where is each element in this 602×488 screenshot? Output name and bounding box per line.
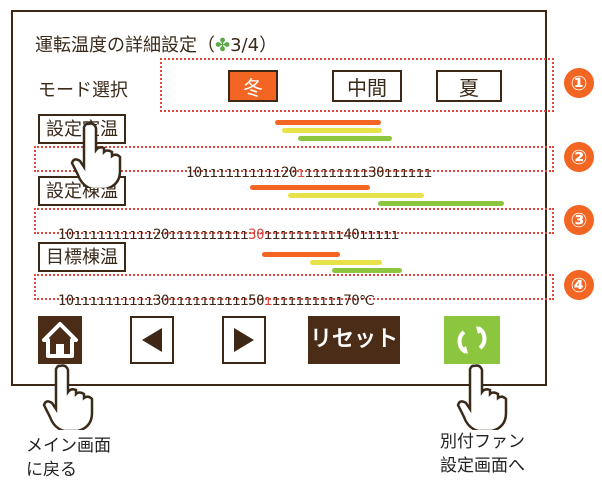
current-marker: ı [296, 165, 305, 181]
badge-4: ④ [564, 270, 594, 300]
mode-label: モード選択 [38, 80, 128, 101]
bar-yellow [282, 128, 382, 133]
caption-fan-settings: 別付ファン 設定画面へ [440, 430, 525, 478]
mode-summer-button[interactable]: 夏 [436, 70, 502, 102]
caption-line: に戻る [26, 460, 77, 480]
hand-pointer-icon [456, 364, 508, 430]
fan-settings-button[interactable] [444, 316, 500, 364]
bar-green [298, 136, 392, 141]
title-text: 運転温度の詳細設定（ [35, 35, 215, 56]
tick-label: 30 [153, 293, 169, 309]
bar-orange [250, 185, 370, 190]
tick-label: 40 [343, 227, 360, 243]
ticks: ıııııı [384, 165, 432, 181]
page-indicator: 3/4） [230, 35, 278, 56]
current-marker: ı [264, 293, 272, 309]
badge-2: ② [564, 142, 594, 172]
scale-target: 10ıııııııııı30ıııııııııı50ıııııııııı70℃ [42, 277, 375, 309]
caption-main-screen: メイン画面 に戻る [26, 434, 111, 482]
tick-label: 10 [185, 165, 202, 181]
scale-room: 10ıııııııııı20ııııııııı30ıııııı [170, 149, 432, 181]
ticks: ıııııııııı [73, 293, 154, 309]
mode-middle-button[interactable]: 中間 [332, 70, 402, 102]
hand-pointer-icon [42, 364, 94, 430]
prev-button[interactable] [130, 316, 174, 364]
prev-arrow-icon [142, 328, 162, 352]
caption-line: メイン画面 [26, 436, 111, 456]
reset-button[interactable]: リセット [308, 316, 400, 364]
bar-green [332, 268, 402, 273]
caption-line: 設定画面へ [440, 456, 525, 476]
ticks: ıııııııııı [264, 227, 344, 243]
fan-icon: ✤ [215, 35, 231, 56]
bar-green [378, 201, 504, 206]
current-marker: 30 [248, 227, 265, 243]
tick-label: 50 [248, 293, 265, 309]
mode-winter-button[interactable]: 冬 [228, 70, 278, 102]
bar-orange [275, 120, 381, 125]
home-button[interactable] [38, 316, 82, 364]
hand-pointer-icon [70, 122, 122, 188]
ticks: ııııııııı70℃ [271, 293, 375, 309]
page-title: 運転温度の詳細設定（✤3/4） [35, 31, 277, 57]
ticks: ıııııııııı [168, 227, 249, 243]
tick-label: 20 [153, 227, 169, 243]
scale-building: 10ıııııııııı20ıııııııııı30ıııııııııı40ıı… [42, 211, 399, 243]
tick-label: 10 [57, 227, 74, 243]
ticks: ııııı [359, 227, 399, 243]
home-icon [42, 322, 78, 358]
badge-1: ① [564, 68, 594, 98]
ticks: ıııııııı [304, 165, 369, 181]
tick-label: 30 [368, 165, 385, 181]
bar-orange [262, 252, 340, 257]
bar-yellow [310, 260, 382, 265]
reset-label: リセット [309, 327, 398, 352]
badge-3: ③ [564, 205, 594, 235]
bar-yellow [288, 193, 424, 198]
target-temp-button[interactable]: 目標棟温 [38, 242, 126, 272]
caption-line: 別付ファン [440, 432, 525, 452]
tick-label: 10 [57, 293, 74, 309]
fan-settings-icon [457, 326, 487, 354]
ticks: ıııııııııı [168, 293, 249, 309]
ticks: ıııııııııı [73, 227, 154, 243]
next-button[interactable] [222, 316, 266, 364]
next-arrow-icon [234, 328, 254, 352]
tick-label: 20 [281, 165, 297, 181]
ticks: ıııııııııı [201, 165, 282, 181]
